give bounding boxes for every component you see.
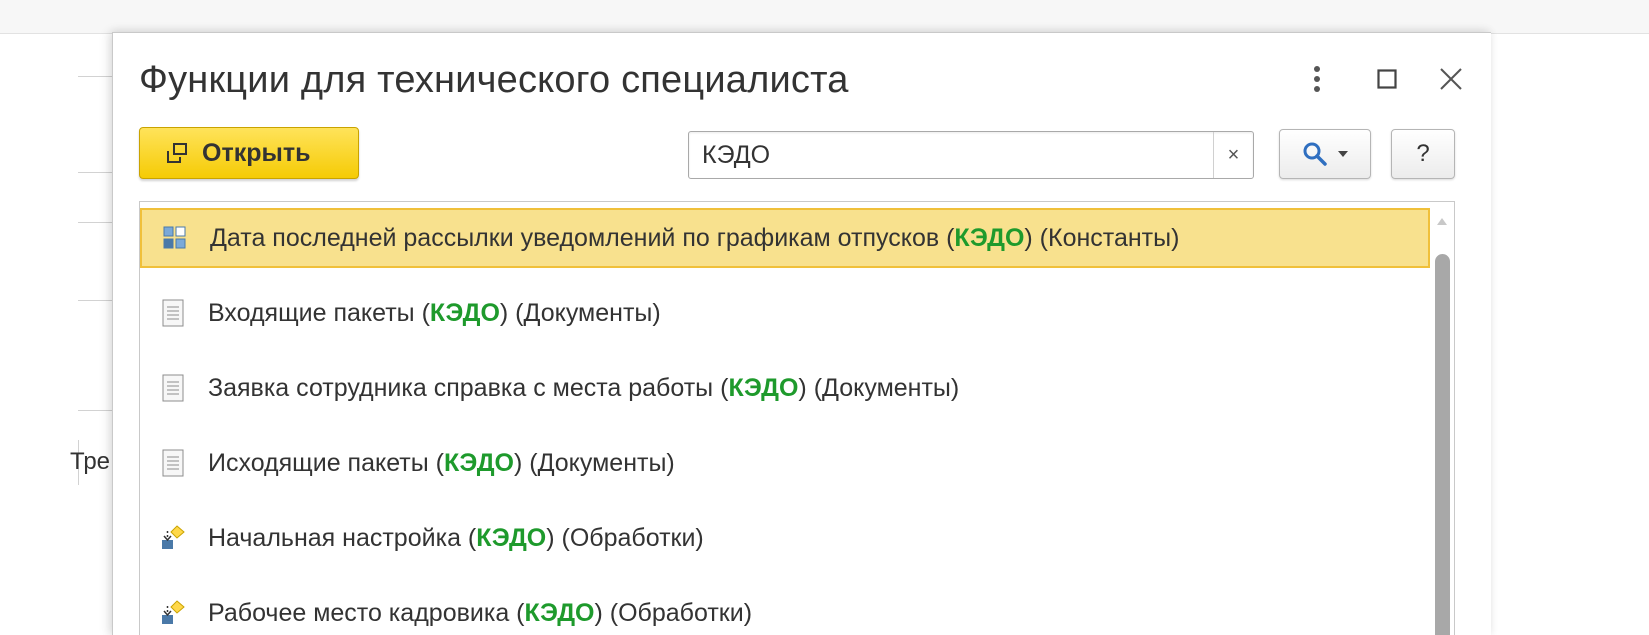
maximize-icon xyxy=(1377,69,1397,89)
list-item-label: Рабочее место кадровика (КЭДО) (Обработк… xyxy=(208,599,752,628)
list-item-label: Начальная настройка (КЭДО) (Обработки) xyxy=(208,524,704,553)
list-item[interactable]: Дата последней рассылки уведомлений по г… xyxy=(140,208,1430,268)
open-button-label: Открыть xyxy=(202,138,311,167)
list-item-type: ) (Документы) xyxy=(513,448,675,477)
list-item[interactable]: Рабочее место кадровика (КЭДО) (Обработк… xyxy=(140,583,1430,635)
document-icon xyxy=(160,298,186,328)
dialog-title: Функции для технического специалиста xyxy=(139,59,849,101)
list-item-text: Исходящие пакеты ( xyxy=(208,448,444,477)
list-item-text: Входящие пакеты ( xyxy=(208,298,430,327)
results-list: Дата последней рассылки уведомлений по г… xyxy=(139,201,1455,635)
scroll-up-arrow-icon[interactable] xyxy=(1437,218,1447,225)
close-icon xyxy=(1440,68,1462,90)
search-input[interactable] xyxy=(689,132,1213,178)
search-box: × xyxy=(688,131,1254,179)
background-divider xyxy=(78,172,112,173)
list-item-label: Дата последней рассылки уведомлений по г… xyxy=(210,224,1179,253)
more-actions-button[interactable] xyxy=(1299,61,1335,97)
search-match-highlight: КЭДО xyxy=(443,448,514,477)
search-match-highlight: КЭДО xyxy=(476,523,547,552)
document-icon xyxy=(160,373,186,403)
background-divider xyxy=(78,222,112,223)
search-clear-button[interactable]: × xyxy=(1214,132,1253,178)
background-divider xyxy=(78,300,112,301)
screen: Тре Функции для технического специалиста xyxy=(0,0,1649,635)
list-item-type: ) (Обработки) xyxy=(594,598,753,627)
search-match-highlight: КЭДО xyxy=(524,598,595,627)
search-match-highlight: КЭДО xyxy=(954,223,1025,252)
close-button[interactable] xyxy=(1433,61,1469,97)
list-item[interactable]: Заявка сотрудника справка с места работы… xyxy=(140,358,1430,418)
list-item-type: ) (Документы) xyxy=(499,298,661,327)
dataprocessor-icon xyxy=(160,598,186,628)
list-item-text: Заявка сотрудника справка с места работы… xyxy=(208,373,729,402)
search-match-highlight: КЭДО xyxy=(429,298,500,327)
list-item-text: Дата последней рассылки уведомлений по г… xyxy=(210,223,955,252)
background-top-strip xyxy=(0,0,1649,34)
scrollbar[interactable] xyxy=(1432,202,1454,635)
list-item-label: Заявка сотрудника справка с места работы… xyxy=(208,374,959,403)
list-item-label: Исходящие пакеты (КЭДО) (Документы) xyxy=(208,449,675,478)
functions-dialog: Функции для технического специалиста Отк… xyxy=(112,32,1491,635)
list-item-text: Начальная настройка ( xyxy=(208,523,477,552)
document-icon xyxy=(160,448,186,478)
search-icon xyxy=(1303,142,1327,166)
help-button[interactable]: ? xyxy=(1391,129,1455,179)
list-item-text: Рабочее место кадровика ( xyxy=(208,598,525,627)
list-item[interactable]: Входящие пакеты (КЭДО) (Документы) xyxy=(140,283,1430,343)
chevron-down-icon xyxy=(1338,151,1348,157)
search-match-highlight: КЭДО xyxy=(728,373,799,402)
maximize-button[interactable] xyxy=(1369,61,1405,97)
scroll-thumb[interactable] xyxy=(1435,254,1450,635)
open-button[interactable]: Открыть xyxy=(139,127,359,179)
list-item-type: ) (Константы) xyxy=(1024,223,1180,252)
open-window-icon xyxy=(167,143,187,163)
list-item[interactable]: Начальная настройка (КЭДО) (Обработки) xyxy=(140,508,1430,568)
background-divider xyxy=(78,76,112,77)
background-tab-label[interactable]: Тре xyxy=(70,448,110,480)
list-item-type: ) (Обработки) xyxy=(546,523,704,552)
list-item[interactable]: Исходящие пакеты (КЭДО) (Документы) xyxy=(140,433,1430,493)
background-divider xyxy=(78,410,112,411)
more-vertical-icon xyxy=(1314,66,1320,92)
constant-icon xyxy=(162,223,188,253)
list-item-label: Входящие пакеты (КЭДО) (Документы) xyxy=(208,299,661,328)
search-options-button[interactable] xyxy=(1279,129,1371,179)
dataprocessor-icon xyxy=(160,523,186,553)
list-item-type: ) (Документы) xyxy=(798,373,960,402)
